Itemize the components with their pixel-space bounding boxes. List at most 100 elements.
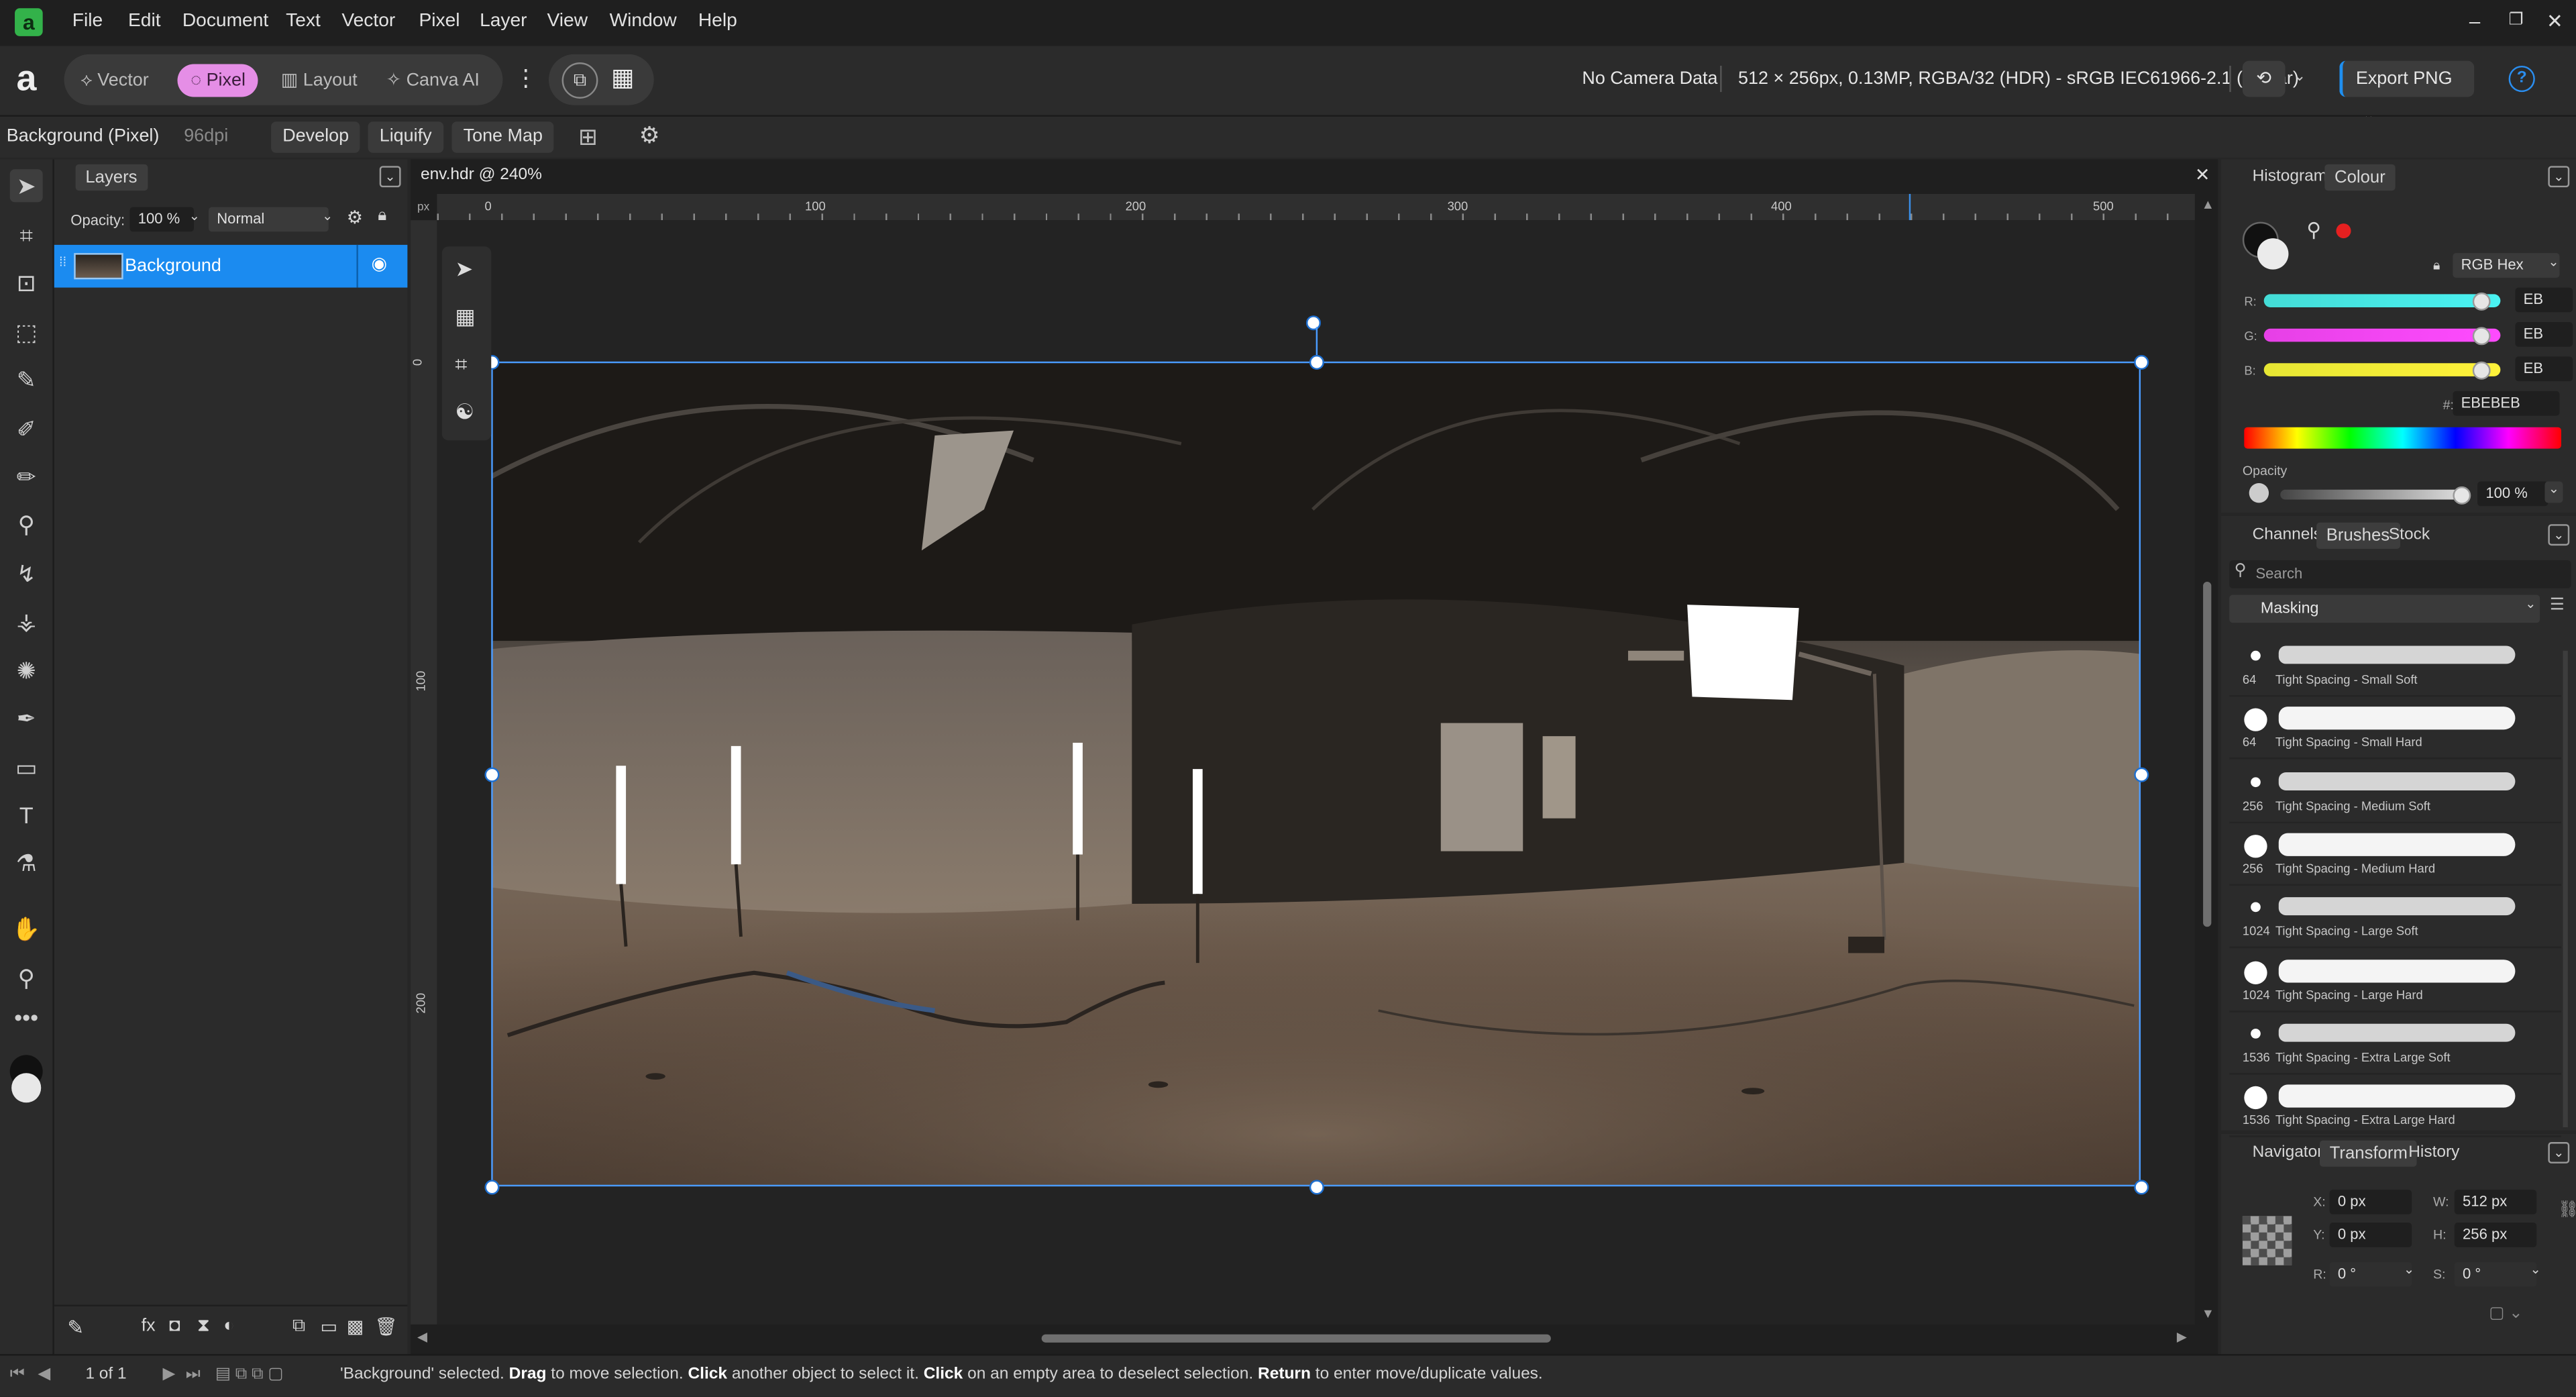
panel-collapse-icon[interactable]: ⌄ [379, 166, 401, 188]
r-value-field[interactable]: EB [2515, 287, 2573, 313]
menu-document[interactable]: Document [182, 11, 268, 31]
tone-map-button[interactable]: Tone Map [451, 121, 555, 153]
blemish-tool-icon[interactable]: ✺ [10, 654, 43, 687]
add-group-icon[interactable]: ▭ [321, 1316, 337, 1337]
colour-tab[interactable]: Colour [2324, 164, 2396, 191]
opacity-value-field[interactable]: 100 % [2477, 481, 2548, 507]
pen-tool-icon[interactable]: ✒ [10, 702, 43, 735]
resize-handle-right[interactable] [2134, 767, 2149, 782]
erase-tool-icon[interactable]: ✏ [10, 460, 43, 493]
menu-text[interactable]: Text [286, 11, 321, 31]
brush-list-scrollbar[interactable] [2563, 650, 2568, 1128]
adjustment-icon[interactable]: ⧗ [197, 1316, 210, 1338]
drag-handle-icon[interactable]: ⁞⁞ [59, 255, 66, 270]
eyedropper-icon[interactable]: ⚲ [2306, 219, 2321, 242]
persona-pixel[interactable]: ◌ Pixel [177, 64, 259, 97]
transform-tab[interactable]: Transform [2319, 1140, 2418, 1167]
chevron-down-icon[interactable]: ⌄ [2404, 1262, 2414, 1277]
scroll-right-icon[interactable]: ▶ [2177, 1329, 2187, 1344]
page-thumbs-icon[interactable]: ▤ ⧉ ⧉ ▢ [215, 1365, 284, 1384]
brush-item[interactable]: 64 Tight Spacing - Small Hard [2229, 697, 2561, 760]
menu-edit[interactable]: Edit [128, 11, 161, 31]
restore-button[interactable]: ❐ [2509, 11, 2524, 30]
history-tab[interactable]: History [2408, 1144, 2459, 1162]
persona-canva-ai[interactable]: ✧ Canva AI [386, 64, 480, 97]
rotation-field[interactable]: 0 ° [2329, 1261, 2412, 1287]
visibility-eye-icon[interactable]: ◉ [371, 253, 387, 274]
resize-handle-bottom[interactable] [1309, 1180, 1324, 1195]
horizontal-scrollbar[interactable] [1041, 1334, 1551, 1343]
snapping-icon[interactable]: ⧉ [561, 62, 598, 99]
b-value-field[interactable]: EB [2515, 356, 2573, 382]
brush-item[interactable]: 1024 Tight Spacing - Large Hard [2229, 949, 2561, 1012]
brush-item[interactable]: 256 Tight Spacing - Medium Hard [2229, 823, 2561, 886]
menu-pixel[interactable]: Pixel [419, 11, 460, 31]
document-tab[interactable]: env.hdr @ 240% [421, 166, 542, 184]
picked-colour-swatch[interactable] [2336, 223, 2351, 239]
panel-collapse-icon[interactable]: ⌄ [2548, 524, 2570, 546]
navigator-tab[interactable]: Navigator [2253, 1144, 2323, 1162]
hue-spectrum[interactable] [2244, 427, 2561, 449]
secondary-colour-well[interactable] [2257, 238, 2289, 270]
brush-search-input[interactable]: ⚲ Search [2229, 560, 2571, 588]
histogram-tab[interactable]: Histogram [2253, 168, 2328, 186]
more-tools-icon[interactable]: ••• [10, 1000, 43, 1033]
rotate-handle[interactable] [1305, 315, 1321, 331]
move-tool-icon[interactable]: ➤ [9, 169, 43, 203]
menu-window[interactable]: Window [610, 11, 677, 31]
brush-item[interactable]: 1024 Tight Spacing - Large Soft [2229, 886, 2561, 949]
brush-tool-icon[interactable]: ✐ [10, 413, 43, 446]
resize-handle-left[interactable] [484, 767, 500, 782]
layer-settings-gear-icon[interactable]: ⚙ [347, 207, 363, 228]
resize-handle-top[interactable] [1309, 354, 1324, 370]
warp-icon[interactable]: ☯ [455, 399, 474, 425]
next-page-icon[interactable]: ▶ [162, 1365, 175, 1384]
opacity-slider-knob[interactable] [2453, 486, 2471, 505]
brush-item[interactable]: 256 Tight Spacing - Medium Soft [2229, 760, 2561, 823]
scroll-up-icon[interactable]: ▲ [2202, 197, 2214, 212]
persona-vector[interactable]: ⟡ Vector [80, 64, 149, 97]
grid-icon[interactable]: ▦ [611, 62, 635, 93]
add-pixel-layer-icon[interactable]: ⧉ [292, 1316, 305, 1338]
edit-layer-icon[interactable]: ✎ [67, 1316, 84, 1339]
chevron-down-icon[interactable]: ⌄ [2548, 255, 2559, 270]
b-slider[interactable] [2263, 363, 2501, 376]
y-position-field[interactable]: 0 px [2329, 1223, 2412, 1247]
colour-model-select[interactable]: RGB Hex [2453, 253, 2560, 278]
close-document-icon[interactable]: ✕ [2195, 164, 2210, 185]
brush-item[interactable]: 1536 Tight Spacing - Extra Large Hard [2229, 1075, 2561, 1137]
brush-menu-icon[interactable]: ☰ [2550, 597, 2565, 615]
export-png-button[interactable]: Export PNG ⌄ [2339, 60, 2475, 123]
gear-icon[interactable]: ⚙ [639, 121, 660, 150]
text-tool-icon[interactable]: T [10, 798, 43, 831]
smudge-tool-icon[interactable]: ↯ [10, 557, 43, 590]
panel-collapse-icon[interactable]: ⌄ [2548, 166, 2570, 188]
develop-button[interactable]: Develop [271, 121, 361, 153]
layer-row-background[interactable]: ⁞⁞ Background ◉ [54, 244, 408, 288]
resize-handle-bottom-right[interactable] [2134, 1180, 2149, 1195]
shear-field[interactable]: 0 ° [2454, 1261, 2537, 1287]
transform-options-icon[interactable]: ▢ ⌄ [2489, 1305, 2522, 1323]
resize-handle-top-right[interactable] [2134, 354, 2149, 370]
shape-tool-icon[interactable]: ▭ [10, 751, 43, 784]
brush-category-select[interactable]: Masking ⌄ [2229, 594, 2540, 623]
layer-opacity-field[interactable]: 100 % [129, 207, 194, 232]
dodge-tool-icon[interactable]: ⚲ [10, 508, 43, 541]
chevron-down-icon[interactable]: ⌄ [2294, 67, 2306, 85]
chevron-down-icon[interactable]: ⌄ [189, 209, 200, 223]
opacity-slider[interactable] [2280, 489, 2461, 500]
scroll-left-icon[interactable]: ◀ [417, 1329, 427, 1344]
selection-bounding-box[interactable] [491, 361, 2141, 1187]
zoom-tool-icon[interactable]: ⚲ [10, 962, 43, 994]
chevron-down-icon[interactable]: ⌄ [2530, 1262, 2540, 1277]
r-slider[interactable] [2263, 294, 2501, 307]
liquify-button[interactable]: Liquify [368, 121, 443, 153]
marquee-tool-icon[interactable]: ⬚ [10, 315, 43, 348]
hex-value-field[interactable]: EBEBEB [2453, 391, 2560, 416]
hand-tool-icon[interactable]: ✋ [10, 912, 43, 945]
color-picker-tool-icon[interactable]: ⚗ [10, 846, 43, 879]
g-slider[interactable] [2263, 328, 2501, 342]
persona-layout[interactable]: ▥ Layout [281, 64, 358, 97]
select-object-tool-icon[interactable]: ⊡ [10, 266, 43, 299]
pattern-layer-icon[interactable]: ▩ [347, 1316, 364, 1337]
